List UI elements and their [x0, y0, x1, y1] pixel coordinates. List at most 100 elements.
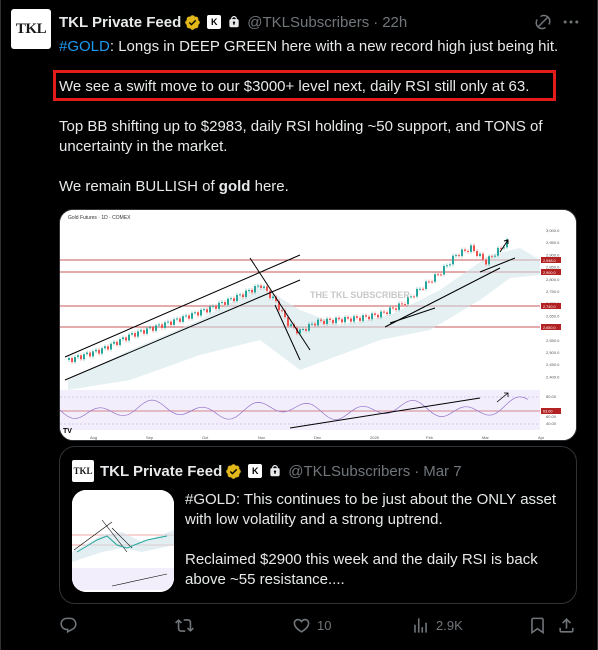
x-tick-label: Dec: [314, 435, 321, 440]
candle-body: [134, 333, 136, 337]
like-button[interactable]: 10: [292, 616, 331, 635]
candle-body: [338, 317, 340, 320]
candle-body: [341, 319, 343, 323]
candle-body: [86, 352, 88, 355]
rsi-tag-text: 63.00: [543, 410, 553, 414]
candle-body: [476, 251, 478, 257]
candle-body: [380, 311, 382, 318]
reply-button[interactable]: [59, 616, 84, 635]
candle-body: [98, 349, 100, 354]
tweet-line-4-b: here.: [250, 178, 289, 195]
candle-body: [266, 286, 268, 291]
author-handle[interactable]: @TKLSubscribers: [247, 14, 369, 31]
candle-body: [320, 319, 322, 321]
candle-body: [230, 298, 232, 300]
quoted-tweet[interactable]: TKL TKL Private Feed K @TKLSubscribers ·…: [59, 446, 577, 604]
y-tick-label: 2,550.0: [546, 338, 560, 343]
price-level-text: 2,948.0: [543, 259, 556, 263]
candle-body: [254, 286, 256, 293]
share-icon: [559, 618, 574, 633]
candle-body: [428, 281, 430, 283]
lock-icon: [229, 16, 239, 28]
quote-affiliate-badge[interactable]: K: [248, 464, 263, 478]
quote-handle[interactable]: @TKLSubscribers: [288, 463, 410, 480]
candle-body: [488, 256, 490, 265]
candle-body: [365, 315, 367, 317]
grok-icon[interactable]: [533, 12, 553, 32]
tweet-line-1: #GOLD: Longs in DEEP GREEN here with a n…: [59, 37, 569, 57]
candle-body: [257, 285, 259, 287]
candle-body: [449, 264, 451, 266]
candle-body: [182, 316, 184, 322]
chart-image[interactable]: Gold Futures · 1D · COMEX 3,000.0 2,950.0…: [59, 209, 577, 441]
x-tick-label: Feb: [426, 435, 434, 440]
candle-body: [179, 318, 181, 322]
candle-body: [206, 309, 208, 313]
candle-body: [482, 253, 484, 260]
quote-author-name[interactable]: TKL Private Feed: [100, 463, 222, 480]
timestamp[interactable]: 22h: [382, 14, 407, 31]
candle-body: [272, 296, 274, 299]
candle-body: [434, 274, 436, 282]
candle-body: [497, 247, 499, 256]
candle-body: [185, 315, 187, 317]
candle-body: [236, 294, 238, 302]
candle-body: [101, 348, 103, 354]
candle-body: [464, 249, 466, 251]
tv-logo: TV: [63, 428, 72, 435]
candle-body: [152, 327, 154, 331]
candle-body: [290, 324, 292, 327]
candle-body: [485, 259, 487, 265]
candle-body: [446, 265, 448, 267]
retweet-button[interactable]: [175, 616, 200, 635]
candle-body: [71, 358, 73, 363]
rsi-tick-label: 40.00: [546, 421, 557, 426]
hashtag-gold[interactable]: #GOLD: [59, 38, 110, 55]
avatar[interactable]: TKL: [11, 9, 51, 49]
candle-body: [356, 316, 358, 318]
author-name[interactable]: TKL Private Feed: [59, 14, 181, 31]
action-bar: 10 2.9K: [59, 616, 579, 636]
more-icon[interactable]: [561, 12, 581, 32]
candle-body: [140, 330, 142, 332]
y-tick-label: 2,800.0: [546, 277, 560, 282]
quote-timestamp[interactable]: Mar 7: [423, 463, 461, 480]
candle-body: [305, 328, 307, 331]
candle-body: [368, 316, 370, 320]
candle-body: [74, 357, 76, 363]
bookmark-button[interactable]: [528, 616, 547, 635]
candle-body: [281, 310, 283, 312]
affiliate-badge[interactable]: K: [207, 15, 222, 29]
y-tick-label: 2,650.0: [546, 313, 560, 318]
candle-body: [251, 289, 253, 293]
candle-body: [419, 288, 421, 290]
candle-body: [350, 318, 352, 322]
candle-body: [173, 319, 175, 325]
reply-icon: [60, 617, 77, 634]
candle-body: [374, 313, 376, 315]
candle-body: [113, 341, 115, 344]
tweet-line-1-text: : Longs in DEEP GREEN here with a new re…: [109, 38, 559, 55]
quote-avatar[interactable]: TKL: [72, 460, 94, 482]
candle-body: [197, 312, 199, 316]
y-tick-label: 2,400.0: [546, 374, 560, 379]
candle-body: [155, 325, 157, 331]
candle-body: [92, 351, 94, 357]
price-level-text: 2,900.0: [543, 271, 556, 275]
candle-body: [473, 245, 475, 252]
candle-body: [95, 349, 97, 352]
verified-icon: [226, 463, 242, 479]
y-tick-label: 2,850.0: [546, 265, 560, 270]
quote-separator: ·: [414, 462, 420, 480]
candle-body: [176, 318, 178, 320]
candle-body: [68, 358, 70, 360]
candle-body: [287, 317, 289, 327]
candle-body: [443, 265, 445, 275]
candle-body: [470, 245, 472, 252]
y-tick-label: 2,500.0: [546, 350, 560, 355]
views-button[interactable]: 2.9K: [411, 616, 463, 635]
candle-body: [362, 315, 364, 321]
candle-body: [77, 355, 79, 358]
quote-chart-thumbnail[interactable]: [72, 490, 174, 592]
share-button[interactable]: [557, 616, 576, 635]
